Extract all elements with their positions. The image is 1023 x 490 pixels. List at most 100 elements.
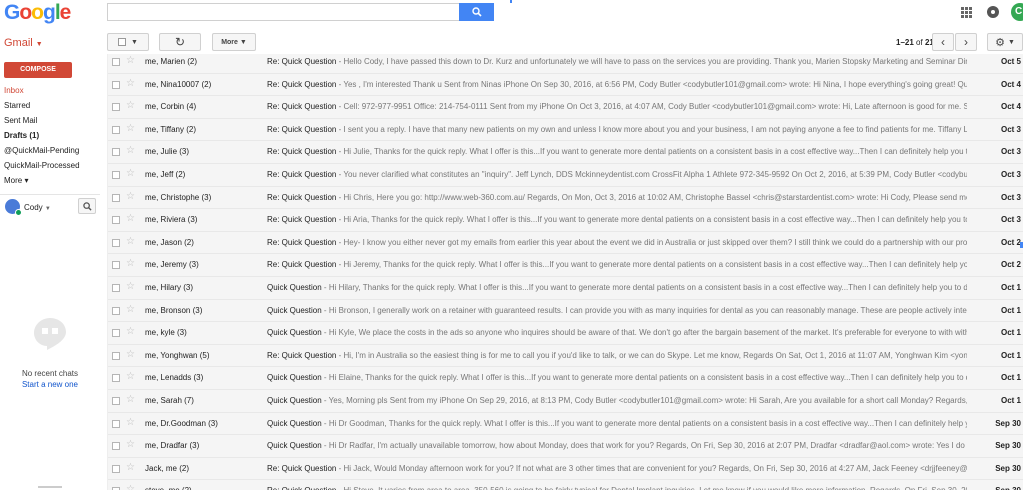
star-icon[interactable]: ☆ — [126, 462, 135, 473]
message-row[interactable]: ☆ steve, me (2)Re: Quick Question - Hi St… — [108, 480, 1023, 490]
message-row[interactable]: ☆ me, Lenadds (3) Quick Question - Hi Elai… — [108, 367, 1023, 390]
message-sender: me, Jason (2) — [145, 237, 194, 247]
message-row[interactable]: ☆ me, Christophe (3) Re: Quick Question - … — [108, 186, 1023, 210]
sidebar-item[interactable]: QuickMail-Processed — [4, 161, 80, 170]
message-row[interactable]: ☆ me, Yonghwan (5) Re: Quick Question - Hi… — [108, 344, 1023, 368]
row-checkbox[interactable] — [112, 125, 120, 134]
row-checkbox[interactable] — [112, 103, 120, 112]
compose-button[interactable]: COMPOSE — [4, 62, 72, 78]
message-row[interactable]: ☆ me, Hilary (3) Quick Question - Hi Hilar… — [108, 277, 1023, 300]
row-checkbox[interactable] — [112, 261, 120, 270]
sidebar-item[interactable]: @QuickMail-Pending — [4, 146, 79, 155]
message-row[interactable]: ☆ me, Dr.Goodman (3) Quick Question - Hi D… — [108, 412, 1023, 436]
row-checkbox[interactable] — [112, 351, 120, 360]
message-content: Re: Quick Question - Hi Aria, Thanks for… — [267, 215, 967, 224]
message-row[interactable]: ☆ me, Marien (2) Re: Quick Question - Hell… — [108, 54, 1023, 74]
star-icon[interactable]: ☆ — [126, 394, 135, 405]
sidebar: COMPOSE Inbox Starred Sent Mail Drafts (1) @… — [0, 54, 100, 490]
star-icon[interactable]: ☆ — [126, 213, 135, 224]
star-icon[interactable]: ☆ — [126, 236, 135, 247]
message-sender: me, Julie (3) — [145, 147, 190, 157]
sidebar-item[interactable]: Inbox — [4, 86, 24, 95]
star-icon[interactable]: ☆ — [126, 371, 135, 382]
user-avatar[interactable] — [5, 199, 22, 216]
star-icon[interactable]: ☆ — [126, 417, 135, 428]
message-date: Oct 2 — [1000, 237, 1021, 247]
star-icon[interactable]: ☆ — [126, 439, 135, 450]
row-checkbox[interactable] — [112, 306, 120, 315]
select-all-button[interactable]: ▼ — [107, 33, 149, 51]
message-row[interactable]: ☆ me, Tiffany (2) Re: Quick Question - I s… — [108, 118, 1023, 142]
apps-grid-icon[interactable] — [961, 7, 972, 18]
star-icon[interactable]: ☆ — [126, 55, 135, 66]
row-checkbox[interactable] — [112, 419, 120, 428]
message-subject: Re: Quick Question — [267, 147, 337, 157]
chat-search-button[interactable] — [78, 198, 96, 214]
message-content: Re: Quick Question - You never clarified… — [267, 170, 967, 179]
message-row[interactable]: ☆ me, Dradfar (3) Quick Question - Hi Dr R… — [108, 435, 1023, 458]
gmail-menu[interactable]: Gmail ▼ — [4, 37, 43, 49]
older-button[interactable]: › — [955, 33, 977, 51]
sidebar-item[interactable]: Sent Mail — [4, 116, 37, 125]
row-checkbox[interactable] — [112, 216, 120, 225]
message-row[interactable]: ☆ me, Julie (3) Re: Quick Question - Hi Ju… — [108, 141, 1023, 164]
star-icon[interactable]: ☆ — [126, 145, 135, 156]
settings-button[interactable]: ⚙ ▼ — [987, 33, 1023, 51]
sidebar-item[interactable]: Starred — [4, 101, 30, 110]
message-row[interactable]: ☆ me, Bronson (3) Quick Question - Hi Bron… — [108, 299, 1023, 323]
row-checkbox[interactable] — [112, 80, 120, 89]
message-content: Re: Quick Question - Hi Chris, Here you … — [267, 193, 967, 202]
message-date: Oct 3 — [1000, 170, 1021, 179]
sidebar-item[interactable]: Drafts (1) — [4, 131, 39, 140]
row-checkbox[interactable] — [112, 284, 120, 292]
message-row[interactable]: ☆ me, Corbin (4) Re: Quick Question - Cell… — [108, 96, 1023, 119]
message-snippet: - I sent you a reply. I have that many n… — [336, 124, 967, 134]
message-row[interactable]: ☆ me, Nina10007 (2) Re: Quick Question - Y… — [108, 73, 1023, 97]
chat-user-name[interactable]: Cody ▼ — [24, 203, 51, 212]
row-checkbox[interactable] — [112, 442, 120, 451]
newer-button[interactable]: ‹ — [932, 33, 954, 51]
more-button[interactable]: More ▼ — [212, 33, 256, 51]
row-checkbox[interactable] — [112, 148, 120, 157]
message-row[interactable]: ☆ me, Sarah (7) Quick Question - Yes, Morn… — [108, 390, 1023, 413]
row-checkbox[interactable] — [112, 397, 120, 405]
notifications-icon[interactable] — [987, 6, 999, 18]
star-icon[interactable]: ☆ — [126, 100, 135, 111]
row-checkbox[interactable] — [112, 238, 120, 247]
refresh-button[interactable]: ↻ — [159, 33, 201, 51]
star-icon[interactable]: ☆ — [126, 168, 135, 179]
row-checkbox[interactable] — [112, 58, 120, 66]
message-content: Re: Quick Question - Cell: 972-977-9951 … — [267, 102, 967, 111]
star-icon[interactable]: ☆ — [126, 281, 135, 292]
star-icon[interactable]: ☆ — [126, 191, 135, 202]
message-row[interactable]: ☆ Jack, me (2) Re: Quick Question - Hi Jac… — [108, 457, 1023, 481]
sidebar-item[interactable]: More ▾ — [4, 176, 28, 185]
star-icon[interactable]: ☆ — [126, 349, 135, 360]
star-icon[interactable]: ☆ — [126, 304, 135, 315]
row-checkbox[interactable] — [112, 193, 120, 202]
star-icon[interactable]: ☆ — [126, 258, 135, 269]
search-input[interactable] — [107, 3, 459, 21]
caret-down-icon: ▼ — [239, 38, 247, 46]
message-row[interactable]: ☆ me, Jeremy (3) Re: Quick Question - Hi J… — [108, 254, 1023, 277]
row-checkbox[interactable] — [112, 464, 120, 473]
row-checkbox[interactable] — [112, 329, 120, 338]
star-icon[interactable]: ☆ — [126, 123, 135, 134]
account-avatar[interactable]: C — [1011, 3, 1023, 21]
caret-down-icon: ▼ — [44, 206, 51, 212]
search-button[interactable] — [459, 3, 494, 21]
message-subject: Re: Quick Question — [267, 57, 337, 66]
google-logo[interactable]: Google — [4, 1, 71, 25]
row-checkbox[interactable] — [112, 374, 120, 383]
star-icon[interactable]: ☆ — [126, 78, 135, 89]
star-icon[interactable]: ☆ — [126, 484, 135, 490]
message-row[interactable]: ☆ me, Riviera (3) Re: Quick Question - Hi … — [108, 209, 1023, 232]
message-row[interactable]: ☆ me, Jason (2) Re: Quick Question - Hey- … — [108, 231, 1023, 255]
start-new-chat-link[interactable]: Start a new one — [0, 380, 100, 389]
star-icon[interactable]: ☆ — [126, 326, 135, 337]
row-checkbox[interactable] — [112, 171, 120, 179]
message-row[interactable]: ☆ me, Jeff (2) Re: Quick Question - You ne… — [108, 164, 1023, 187]
sidebar-divider — [0, 194, 100, 195]
page-range: 1–21 — [896, 38, 914, 47]
message-row[interactable]: ☆ me, kyle (3) Quick Question - Hi Kyle, W… — [108, 322, 1023, 345]
